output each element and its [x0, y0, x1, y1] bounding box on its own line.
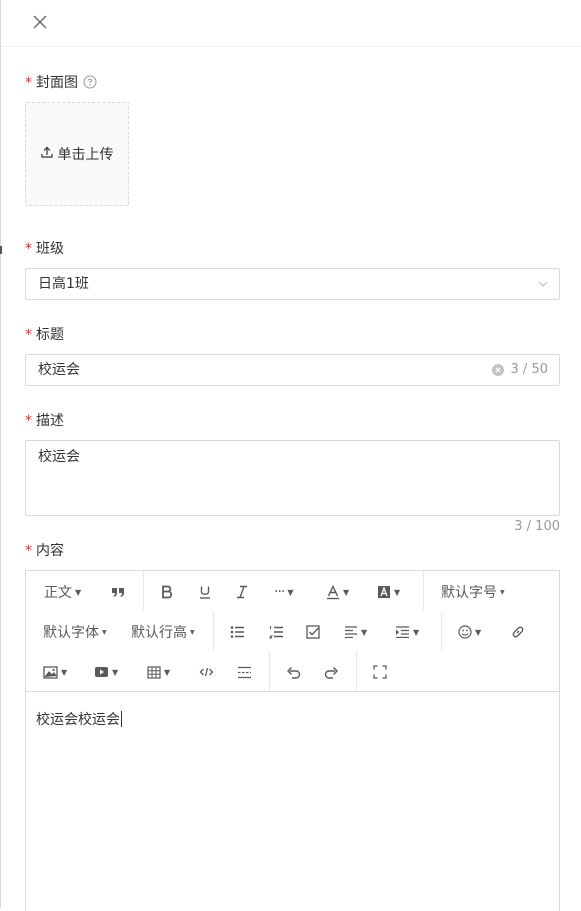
redo-icon[interactable]	[324, 660, 339, 684]
toolbar-separator	[143, 571, 144, 611]
desc-label: * 描述	[25, 411, 64, 431]
class-select[interactable]: 日高1班	[25, 268, 560, 300]
editor-content[interactable]: 校运会校运会	[36, 709, 122, 729]
todo-icon[interactable]	[306, 620, 320, 644]
class-select-value: 日高1班	[38, 276, 89, 292]
undo-icon[interactable]	[286, 660, 301, 684]
toolbar-separator	[441, 611, 442, 651]
more-icon[interactable]: ··· ▼	[274, 580, 294, 604]
toolbar-separator	[423, 571, 424, 611]
content-label-text: 内容	[36, 543, 64, 559]
description-textarea[interactable]: 校运会	[25, 440, 560, 516]
title-input-value: 校运会	[38, 362, 80, 378]
italic-icon[interactable]	[235, 580, 249, 604]
class-label: * 班级	[25, 239, 64, 259]
bulleted-list-icon[interactable]	[230, 620, 245, 644]
link-icon[interactable]	[511, 620, 525, 644]
paragraph-label: 正文	[44, 585, 72, 601]
toolbar-separator	[269, 651, 270, 691]
text-cursor	[121, 711, 122, 727]
required-mark: *	[25, 543, 32, 559]
title-input[interactable]: 校运会 3 / 50	[25, 354, 560, 386]
chevron-down-icon	[537, 278, 549, 290]
bold-icon[interactable]	[160, 580, 174, 604]
panel-left-border	[0, 0, 1, 908]
description-char-counter: 3 / 100	[514, 519, 560, 534]
toolbar-separator	[356, 651, 357, 691]
font-size-dropdown[interactable]: 默认字号 ▼	[441, 580, 505, 604]
fullscreen-icon[interactable]	[373, 660, 387, 684]
desc-label-text: 描述	[36, 413, 64, 429]
image-icon[interactable]: ▼	[43, 660, 67, 684]
cover-label: * 封面图	[25, 73, 97, 93]
paragraph-dropdown[interactable]: 正文 ▼	[44, 580, 81, 604]
quote-icon[interactable]	[111, 580, 125, 604]
underline-icon[interactable]	[198, 580, 212, 604]
cover-upload-button[interactable]: 单击上传	[25, 102, 129, 206]
required-mark: *	[25, 241, 32, 257]
divider-icon[interactable]	[237, 660, 252, 684]
upload-icon	[40, 146, 58, 162]
clear-circle-icon[interactable]	[491, 363, 505, 377]
close-icon[interactable]	[29, 11, 51, 33]
question-circle-icon[interactable]	[83, 75, 97, 89]
indent-icon[interactable]: ▼	[395, 620, 419, 644]
editor-body-text: 校运会校运会	[36, 712, 120, 728]
content-label: * 内容	[25, 541, 64, 561]
left-edge-marker	[0, 246, 2, 254]
title-char-counter: 3 / 50	[510, 362, 548, 377]
code-icon[interactable]	[199, 660, 214, 684]
upload-label: 单击上传	[57, 147, 114, 163]
emoji-icon[interactable]: ▼	[458, 620, 481, 644]
font-size-label: 默认字号	[441, 585, 497, 601]
line-height-dropdown[interactable]: 默认行高 ▼	[131, 620, 195, 644]
bg-color-icon[interactable]: ▼	[377, 580, 400, 604]
title-label-text: 标题	[36, 327, 64, 343]
cover-label-text: 封面图	[36, 75, 78, 91]
line-height-label: 默认行高	[131, 625, 187, 641]
video-icon[interactable]: ▼	[94, 660, 118, 684]
font-family-label: 默认字体	[43, 625, 99, 641]
numbered-list-icon[interactable]	[269, 620, 284, 644]
editor-toolbar: 正文 ▼ ··· ▼ ▼ ▼ 默认字号 ▼ 默认字体 ▼ 默认行高 ▼ ▼ ▼ ▼ ▼ ▼…	[26, 571, 559, 692]
font-family-dropdown[interactable]: 默认字体 ▼	[43, 620, 107, 644]
font-color-icon[interactable]: ▼	[326, 580, 349, 604]
table-icon[interactable]: ▼	[147, 660, 170, 684]
rich-text-editor[interactable]: 正文 ▼ ··· ▼ ▼ ▼ 默认字号 ▼ 默认字体 ▼ 默认行高 ▼ ▼ ▼ ▼ ▼ ▼…	[25, 570, 560, 911]
class-label-text: 班级	[36, 241, 64, 257]
description-value: 校运会	[38, 449, 80, 465]
toolbar-separator	[213, 611, 214, 651]
align-icon[interactable]: ▼	[344, 620, 367, 644]
required-mark: *	[25, 75, 32, 91]
drawer-header	[1, 0, 581, 47]
required-mark: *	[25, 413, 32, 429]
title-label: * 标题	[25, 325, 64, 345]
required-mark: *	[25, 327, 32, 343]
